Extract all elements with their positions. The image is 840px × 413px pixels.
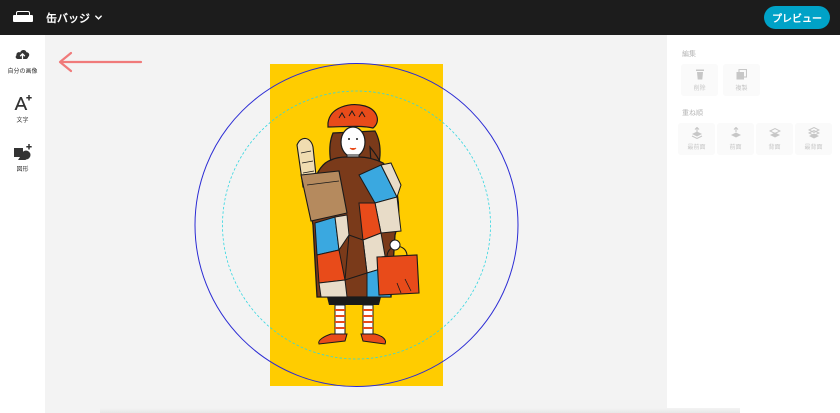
send-backward-icon <box>768 127 781 138</box>
project-title: 缶バッジ <box>46 11 90 25</box>
text-tool-label: 文字 <box>16 117 29 124</box>
canvas-svg <box>58 51 519 387</box>
send-to-back-icon <box>807 127 820 139</box>
trash-icon <box>695 69 704 79</box>
bring-to-front-label: 最前面 <box>687 144 706 151</box>
order-section-title: 重ね順 <box>682 109 703 117</box>
canvas-area[interactable] <box>45 35 667 413</box>
arrow-left-icon <box>58 51 143 73</box>
top-bar: 缶バッジ プレビュー <box>0 0 840 35</box>
edit-section-title: 編集 <box>682 50 696 58</box>
chevron-down-icon <box>95 15 102 20</box>
send-backward-button[interactable]: 背面 <box>756 123 793 155</box>
factory-logo[interactable] <box>13 11 33 24</box>
bring-to-front-button[interactable]: 最前面 <box>678 123 715 155</box>
duplicate-icon <box>736 68 747 79</box>
left-toolbar: 自分の画像 文字 図形 <box>0 35 45 413</box>
text-tool[interactable]: 文字 <box>0 94 45 124</box>
preview-button[interactable]: プレビュー <box>764 6 830 29</box>
send-to-back-label: 最背面 <box>804 144 823 151</box>
text-add-icon <box>14 95 32 110</box>
duplicate-button[interactable]: 複製 <box>723 64 760 96</box>
shape-tool-label: 図形 <box>16 166 29 173</box>
cloud-upload-icon <box>15 50 30 60</box>
delete-button[interactable]: 削除 <box>681 64 718 96</box>
bring-to-front-icon <box>691 127 702 139</box>
upload-image-tool[interactable]: 自分の画像 <box>0 45 45 75</box>
properties-panel: 編集 削除 複製 重ね順 最前面 前面 背面 最背面 <box>667 35 840 413</box>
canvas-bottom-shadow <box>100 408 740 413</box>
duplicate-label: 複製 <box>735 84 748 92</box>
project-title-dropdown[interactable]: 缶バッジ <box>46 10 103 26</box>
send-to-back-button[interactable]: 最背面 <box>795 123 832 155</box>
bring-forward-button[interactable]: 前面 <box>717 123 754 155</box>
bring-forward-label: 前面 <box>729 144 742 151</box>
send-backward-label: 背面 <box>768 144 781 151</box>
delete-label: 削除 <box>693 84 706 92</box>
upload-image-label: 自分の画像 <box>7 68 38 75</box>
shape-tool[interactable]: 図形 <box>0 143 45 173</box>
shapes-add-icon <box>13 144 32 160</box>
bring-forward-icon <box>730 127 741 138</box>
